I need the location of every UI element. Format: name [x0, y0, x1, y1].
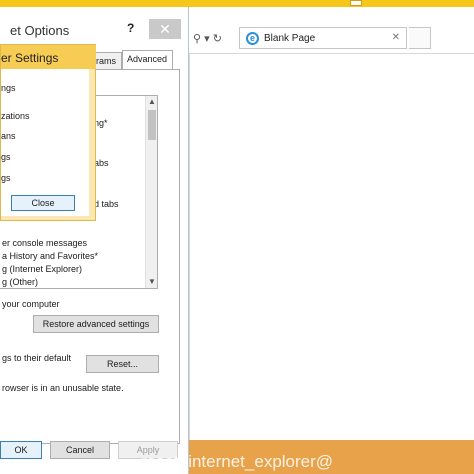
- window-minimize-button[interactable]: [350, 0, 362, 6]
- new-tab-button[interactable]: [409, 27, 431, 49]
- dialog-title: et Options: [10, 23, 70, 38]
- popup-title: er Settings: [1, 51, 59, 65]
- unusable-note: rowser is in an unusable state.: [2, 383, 124, 393]
- list-item: d tabs: [94, 199, 119, 209]
- popup-line: gs: [1, 152, 11, 162]
- scroll-up-icon[interactable]: ▲: [146, 96, 158, 108]
- tab-blank-page[interactable]: e Blank Page ✕: [239, 27, 407, 49]
- scroll-thumb[interactable]: [148, 110, 156, 140]
- popup-body: ngs zations ans gs gs Close: [1, 69, 89, 216]
- popup-line: gs: [1, 173, 11, 183]
- tab-label: Blank Page: [264, 33, 316, 44]
- help-button[interactable]: ?: [127, 21, 134, 35]
- reset-button[interactable]: Reset...: [86, 355, 159, 373]
- close-icon[interactable]: ✕: [392, 32, 400, 43]
- popup-line: ans: [1, 131, 16, 141]
- list-item: g (Internet Explorer): [2, 264, 83, 274]
- list-item: g (Other): [2, 277, 39, 287]
- settings-scrollbar[interactable]: ▲ ▼: [145, 96, 157, 288]
- restore-advanced-settings-button[interactable]: Restore advanced settings: [33, 315, 159, 333]
- list-item: ng*: [94, 118, 108, 128]
- scroll-down-icon[interactable]: ▼: [146, 276, 158, 288]
- popup-line: zations: [1, 111, 30, 121]
- browser-window: ⚲ ▾ ↻ e Blank Page ✕: [189, 7, 474, 440]
- dialog-close-button[interactable]: ✕: [149, 19, 181, 39]
- popup-close-button[interactable]: Close: [11, 195, 75, 211]
- page-content: [189, 53, 474, 440]
- list-item: a History and Favorites*: [2, 251, 99, 261]
- internet-explorer-icon: e: [246, 32, 259, 45]
- list-item: er console messages: [2, 238, 88, 248]
- search-refresh-icon[interactable]: ⚲ ▾ ↻: [193, 32, 222, 45]
- reset-settings-popup: er Settings ngs zations ans gs gs Close: [0, 44, 96, 221]
- list-item: abs: [94, 158, 109, 168]
- watermark: reset_internet_explorer@: [140, 452, 334, 471]
- popup-line: ngs: [1, 83, 16, 93]
- popup-title-bar: er Settings: [1, 45, 96, 69]
- tab-advanced[interactable]: Advanced: [122, 50, 173, 69]
- window-top-bar: [0, 0, 474, 7]
- reset-caption: gs to their default: [2, 353, 72, 363]
- restore-caption: your computer: [2, 299, 60, 309]
